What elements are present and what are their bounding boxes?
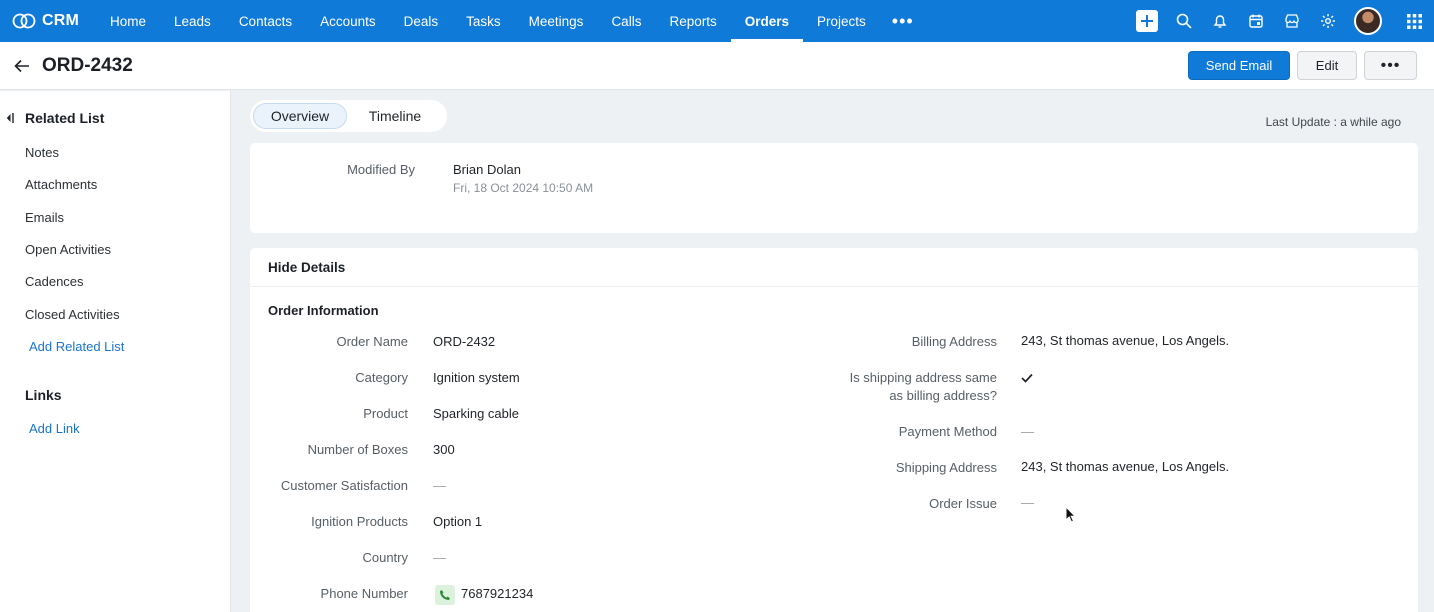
mouse-cursor-icon: [1065, 506, 1077, 523]
calendar-button[interactable]: [1238, 0, 1274, 42]
field-value-ignition-products[interactable]: Option 1: [433, 513, 482, 531]
field-value-shipping-address[interactable]: 243, St thomas avenue, Los Angels.: [1021, 458, 1229, 476]
brand[interactable]: CRM: [12, 12, 88, 30]
field-label-ignition-products: Ignition Products: [311, 514, 408, 529]
add-link[interactable]: Add Link: [29, 421, 80, 436]
modified-info-card: Modified By Brian Dolan Fri, 18 Oct 2024…: [250, 143, 1418, 233]
apps-grid-icon: [1406, 13, 1422, 29]
nav-utilities: [1136, 0, 1434, 42]
send-email-button[interactable]: Send Email: [1188, 51, 1290, 80]
modified-by-label: Modified By: [347, 162, 415, 177]
gear-icon: [1321, 14, 1335, 28]
details-card: Hide Details Order Information Order Nam…: [250, 248, 1418, 612]
nav-more-button[interactable]: •••: [880, 0, 926, 42]
settings-button[interactable]: [1310, 0, 1346, 42]
add-related-list-link[interactable]: Add Related List: [29, 339, 124, 354]
sidebar-item-notes[interactable]: Notes: [25, 145, 59, 160]
avatar[interactable]: [1354, 7, 1382, 35]
field-label-product: Product: [363, 406, 408, 421]
nav-tab-contacts[interactable]: Contacts: [225, 0, 306, 42]
apps-button[interactable]: [1394, 0, 1434, 42]
field-value-billing-address[interactable]: 243, St thomas avenue, Los Angels.: [1021, 332, 1229, 350]
sidebar-item-attachments[interactable]: Attachments: [25, 177, 97, 192]
notifications-button[interactable]: [1202, 0, 1238, 42]
field-value-number-of-boxes[interactable]: 300: [433, 441, 455, 459]
sidebar-item-cadences[interactable]: Cadences: [25, 274, 84, 289]
field-value-product[interactable]: Sparking cable: [433, 405, 519, 423]
sidebar-item-emails[interactable]: Emails: [25, 210, 64, 225]
field-value-order-name[interactable]: ORD-2432: [433, 333, 495, 351]
calendar-icon: [1249, 14, 1263, 28]
field-value-category[interactable]: Ignition system: [433, 369, 520, 387]
sidebar-item-closed-activities[interactable]: Closed Activities: [25, 307, 120, 322]
more-actions-button[interactable]: •••: [1364, 51, 1417, 80]
record-actions: Send Email Edit •••: [1188, 51, 1417, 80]
tab-overview[interactable]: Overview: [253, 103, 347, 129]
bell-icon: [1213, 15, 1227, 28]
record-title: ORD-2432: [42, 54, 133, 76]
nav-tab-tasks[interactable]: Tasks: [452, 0, 515, 42]
nav-tab-home[interactable]: Home: [96, 0, 160, 42]
top-nav: CRM Home Leads Contacts Accounts Deals T…: [0, 0, 1434, 42]
field-value-customer-satisfaction[interactable]: —: [433, 477, 446, 495]
field-label-customer-satisfaction: Customer Satisfaction: [280, 478, 408, 493]
field-label-shipping-same-line2: as billing address?: [889, 388, 997, 403]
nav-tab-projects[interactable]: Projects: [803, 0, 880, 42]
collapse-icon[interactable]: [6, 112, 14, 124]
back-button[interactable]: [14, 59, 40, 73]
nav-tab-accounts[interactable]: Accounts: [306, 0, 390, 42]
field-label-shipping-address: Shipping Address: [895, 460, 997, 475]
phone-call-button[interactable]: [435, 585, 455, 605]
nav-tabs: Home Leads Contacts Accounts Deals Tasks…: [96, 0, 926, 42]
plus-icon: [1141, 15, 1153, 27]
related-list-title: Related List: [25, 110, 105, 126]
marketplace-button[interactable]: [1274, 0, 1310, 42]
field-value-phone-number[interactable]: 7687921234: [461, 585, 533, 603]
nav-tab-orders[interactable]: Orders: [730, 0, 804, 42]
brand-name: CRM: [42, 12, 80, 29]
field-label-order-name: Order Name: [336, 334, 408, 349]
nav-tab-leads[interactable]: Leads: [160, 0, 225, 42]
nav-tab-deals[interactable]: Deals: [390, 0, 453, 42]
nav-tab-meetings[interactable]: Meetings: [515, 0, 598, 42]
field-value-country[interactable]: —: [433, 549, 446, 567]
field-value-payment-method[interactable]: —: [1021, 423, 1034, 441]
nav-tab-calls[interactable]: Calls: [597, 0, 655, 42]
phone-icon: [440, 590, 450, 600]
last-update-text: Last Update : a while ago: [1265, 115, 1401, 129]
field-label-phone-number: Phone Number: [320, 586, 408, 601]
back-arrow-icon: [14, 59, 29, 72]
field-label-category: Category: [355, 370, 408, 385]
check-icon: [1021, 373, 1033, 383]
field-label-shipping-same-line1: Is shipping address same: [849, 370, 997, 385]
sidebar-item-open-activities[interactable]: Open Activities: [25, 242, 111, 257]
related-list-sidebar: Related List Notes Attachments Emails Op…: [0, 91, 231, 612]
tab-timeline[interactable]: Timeline: [347, 103, 443, 129]
field-label-country: Country: [362, 550, 408, 565]
nav-tab-reports[interactable]: Reports: [655, 0, 730, 42]
record-header: ORD-2432 Send Email Edit •••: [0, 42, 1434, 90]
field-label-order-issue: Order Issue: [929, 496, 997, 511]
search-button[interactable]: [1166, 0, 1202, 42]
hide-details-toggle[interactable]: Hide Details: [250, 248, 1418, 287]
edit-button[interactable]: Edit: [1297, 51, 1357, 80]
field-label-billing-address: Billing Address: [911, 334, 997, 349]
hide-details-label: Hide Details: [268, 259, 346, 275]
modified-by-name[interactable]: Brian Dolan: [453, 161, 521, 179]
quick-create-button[interactable]: [1136, 10, 1158, 32]
links-title: Links: [25, 387, 62, 403]
view-tabs: Overview Timeline: [250, 100, 447, 132]
field-label-number-of-boxes: Number of Boxes: [307, 442, 408, 457]
crm-logo-icon: [12, 13, 36, 29]
section-title: Order Information: [268, 303, 379, 318]
search-icon: [1176, 13, 1192, 29]
modified-time: Fri, 18 Oct 2024 10:50 AM: [453, 181, 594, 195]
field-label-payment-method: Payment Method: [898, 424, 997, 439]
field-value-order-issue[interactable]: —: [1021, 494, 1034, 512]
store-icon: [1285, 14, 1299, 28]
